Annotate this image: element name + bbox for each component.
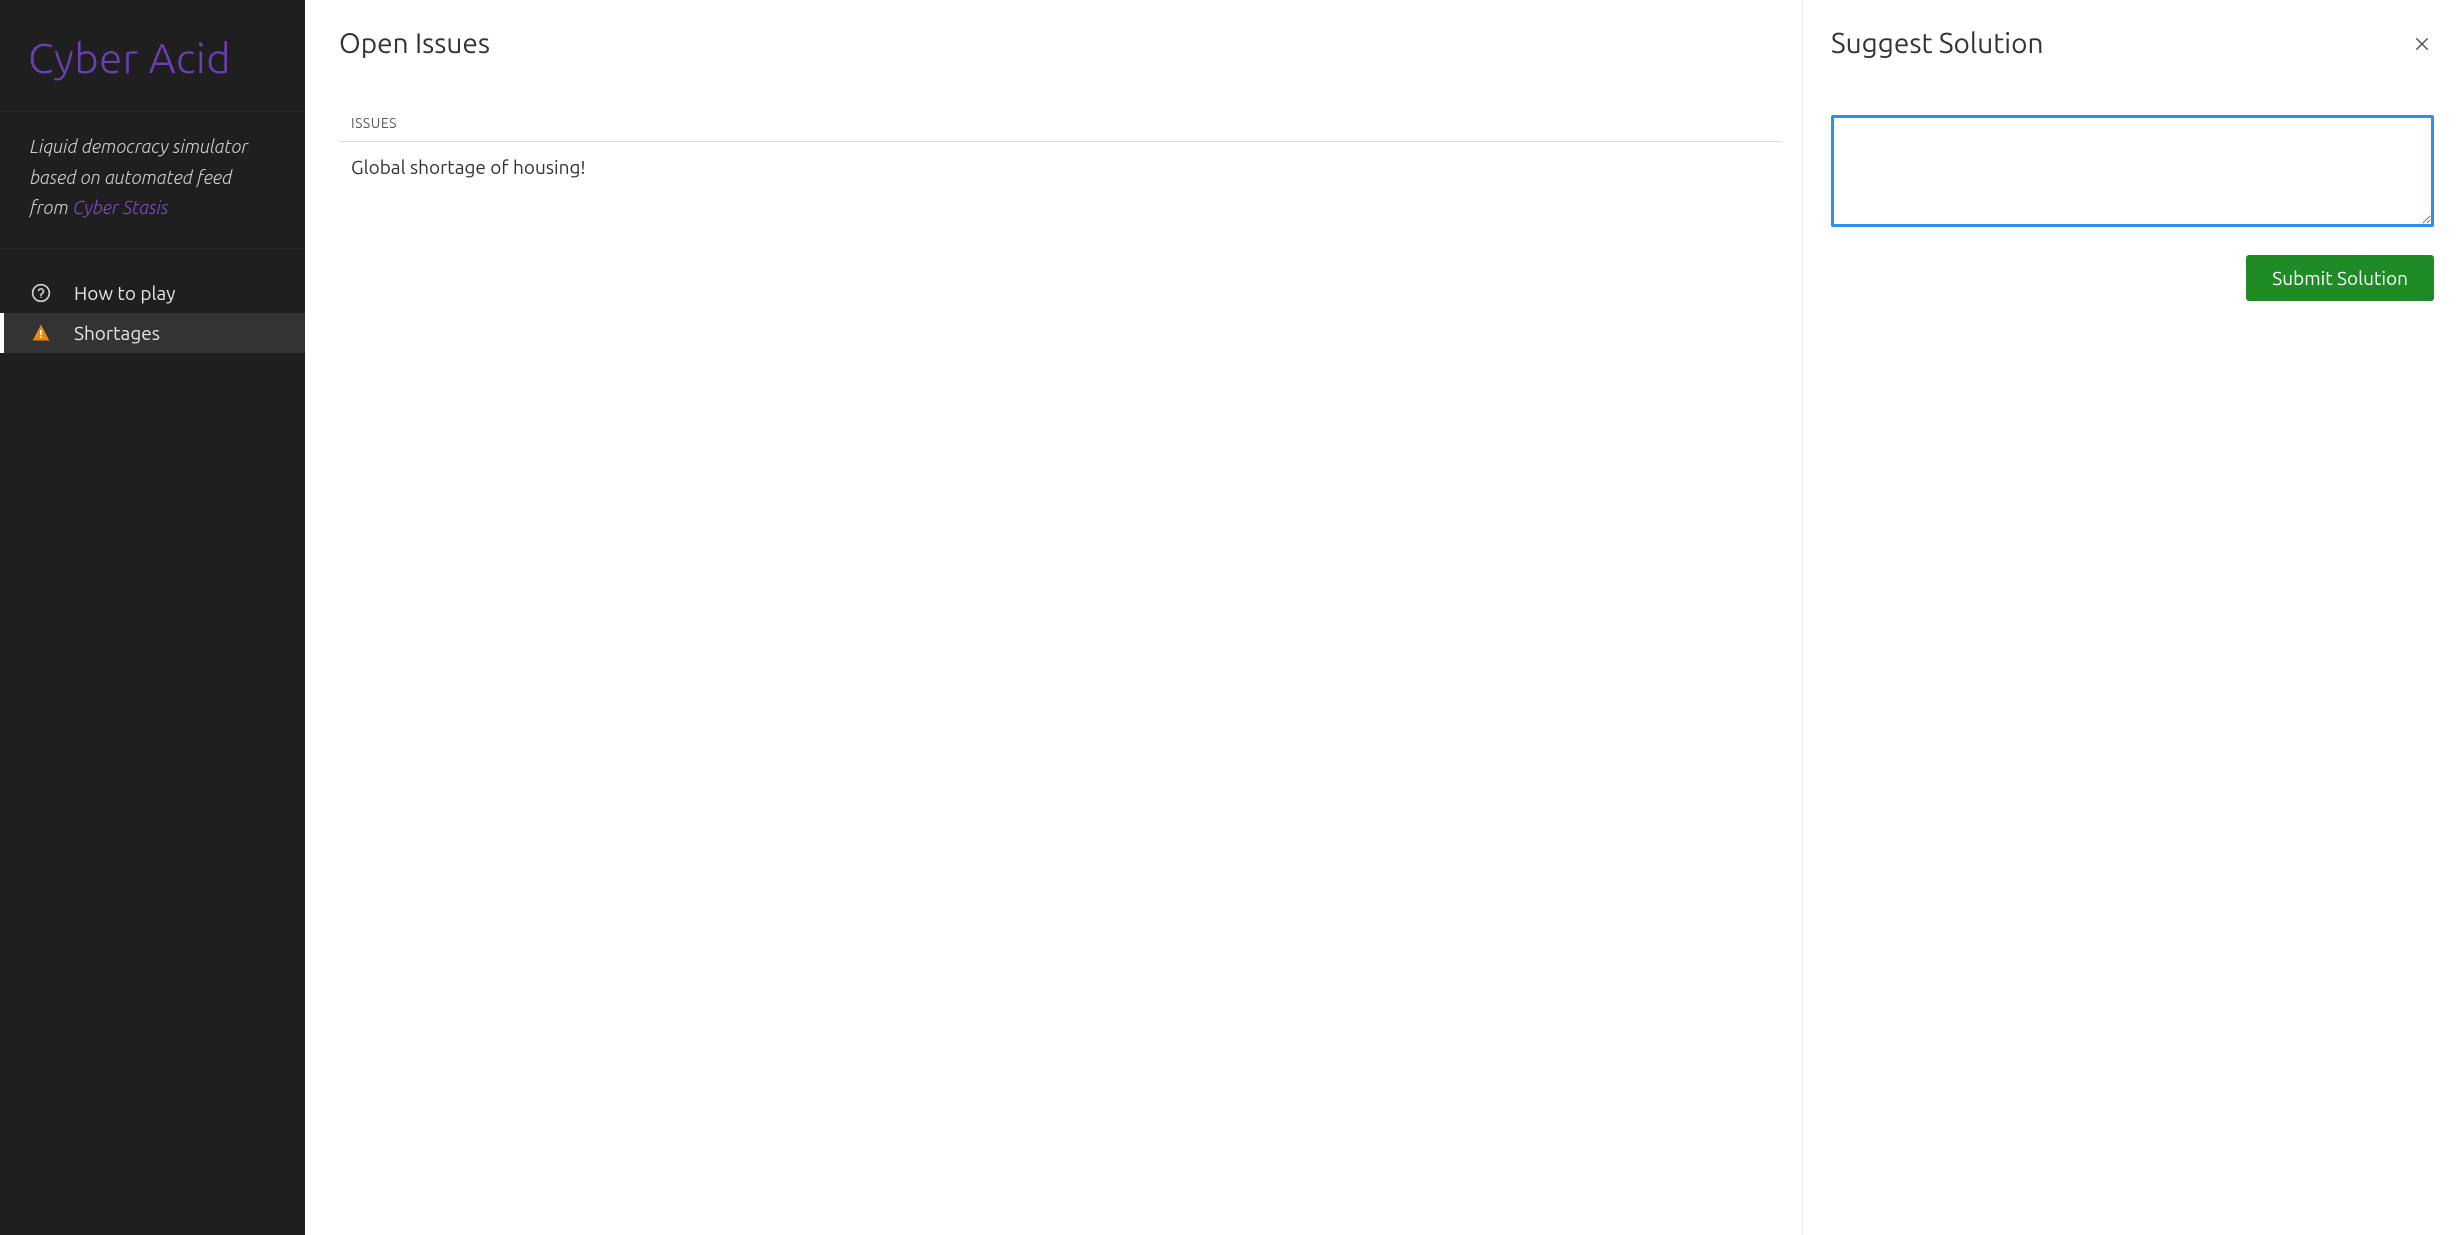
- submit-row: Submit Solution: [1831, 255, 2434, 301]
- sidebar-nav: How to play Shortages: [0, 249, 305, 353]
- app-root: Cyber Acid Liquid democracy simulator ba…: [0, 0, 2456, 1235]
- issues-column-header: ISSUES: [339, 115, 1782, 142]
- main-content: Open Issues ISSUES Global shortage of ho…: [305, 0, 2456, 1235]
- warning-icon: [30, 322, 52, 344]
- submit-solution-button[interactable]: Submit Solution: [2246, 255, 2434, 301]
- sidebar-item-label: How to play: [74, 282, 175, 304]
- help-circle-icon: [30, 282, 52, 304]
- open-issues-pane: Open Issues ISSUES Global shortage of ho…: [305, 0, 1803, 1235]
- sidebar-item-label: Shortages: [74, 322, 160, 344]
- open-issues-title: Open Issues: [339, 28, 1782, 59]
- suggest-solution-pane: Suggest Solution Submit Solution: [1803, 0, 2456, 1235]
- brand-block: Cyber Acid: [0, 0, 305, 112]
- solution-textarea[interactable]: [1831, 115, 2434, 227]
- sidebar-item-how-to-play[interactable]: How to play: [0, 273, 305, 313]
- close-icon[interactable]: [2410, 32, 2434, 56]
- sidebar-item-shortages[interactable]: Shortages: [0, 313, 305, 353]
- solution-header: Suggest Solution: [1831, 28, 2434, 59]
- sidebar: Cyber Acid Liquid democracy simulator ba…: [0, 0, 305, 1235]
- tagline-link[interactable]: Cyber Stasis: [73, 198, 168, 218]
- issue-row[interactable]: Global shortage of housing!: [339, 142, 1782, 192]
- suggest-solution-title: Suggest Solution: [1831, 28, 2043, 59]
- app-title: Cyber Acid: [28, 34, 277, 81]
- tagline: Liquid democracy simulator based on auto…: [0, 112, 305, 249]
